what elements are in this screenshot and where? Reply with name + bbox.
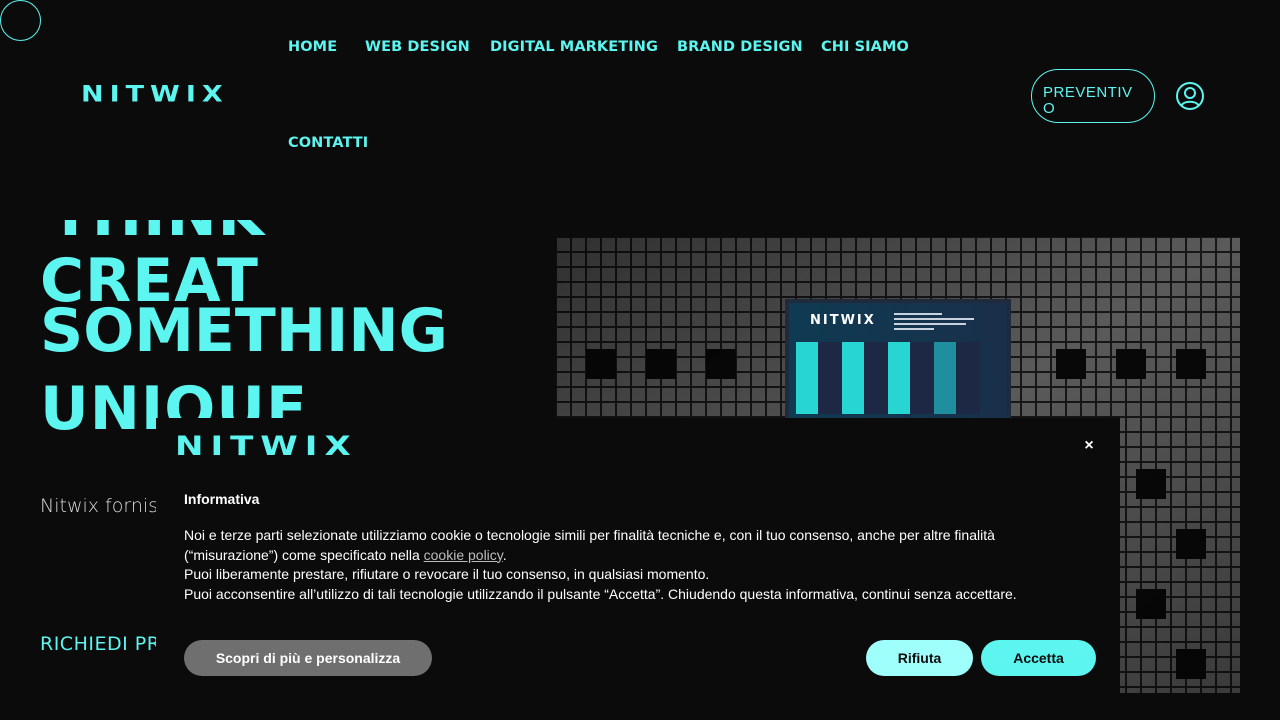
cookie-banner-text: Noi e terze parti selezionate utilizziam…: [184, 526, 1064, 604]
nav-web-design[interactable]: WEB DESIGN: [365, 39, 470, 55]
nav-chi-siamo[interactable]: CHI SIAMO: [821, 39, 909, 55]
cookie-text-line1: Noi e terze parti selezionate utilizziam…: [184, 527, 995, 563]
site-logo[interactable]: NITWIX: [81, 82, 229, 107]
cookie-banner-title: Informativa: [184, 491, 260, 507]
nav-brand-design[interactable]: BRAND DESIGN: [677, 39, 803, 55]
cookie-policy-link[interactable]: cookie policy: [424, 547, 503, 563]
hero-cta-link[interactable]: RICHIEDI PR: [40, 633, 160, 655]
close-icon[interactable]: ×: [1081, 438, 1097, 454]
cookie-banner: NITWIX × Informativa Noi e terze parti s…: [156, 418, 1120, 720]
cookie-text-line3: Puoi acconsentire all’utilizzo di tali t…: [184, 585, 1017, 602]
cursor-ring: [0, 0, 41, 41]
quote-button[interactable]: PREVENTIVO: [1031, 69, 1155, 123]
hero-word-something: SOMETHING: [40, 296, 448, 366]
cookie-text-line2: Puoi liberamente prestare, rifiutare o r…: [184, 566, 710, 582]
accept-button[interactable]: Accetta: [981, 640, 1096, 676]
nav-contatti[interactable]: CONTATTI: [288, 135, 368, 151]
nav-digital-marketing[interactable]: DIGITAL MARKETING: [490, 39, 658, 55]
product-box-logo: NITWIX: [810, 313, 876, 328]
customize-button[interactable]: Scopri di più e personalizza: [184, 640, 432, 676]
cookie-banner-logo: NITWIX: [175, 431, 358, 463]
product-box: NITWIX: [785, 299, 1011, 419]
user-circle-icon[interactable]: [1175, 81, 1205, 111]
cookie-text-line1-end: .: [502, 546, 507, 563]
reject-button[interactable]: Rifiuta: [866, 640, 973, 676]
nav-home[interactable]: HOME: [288, 39, 337, 55]
